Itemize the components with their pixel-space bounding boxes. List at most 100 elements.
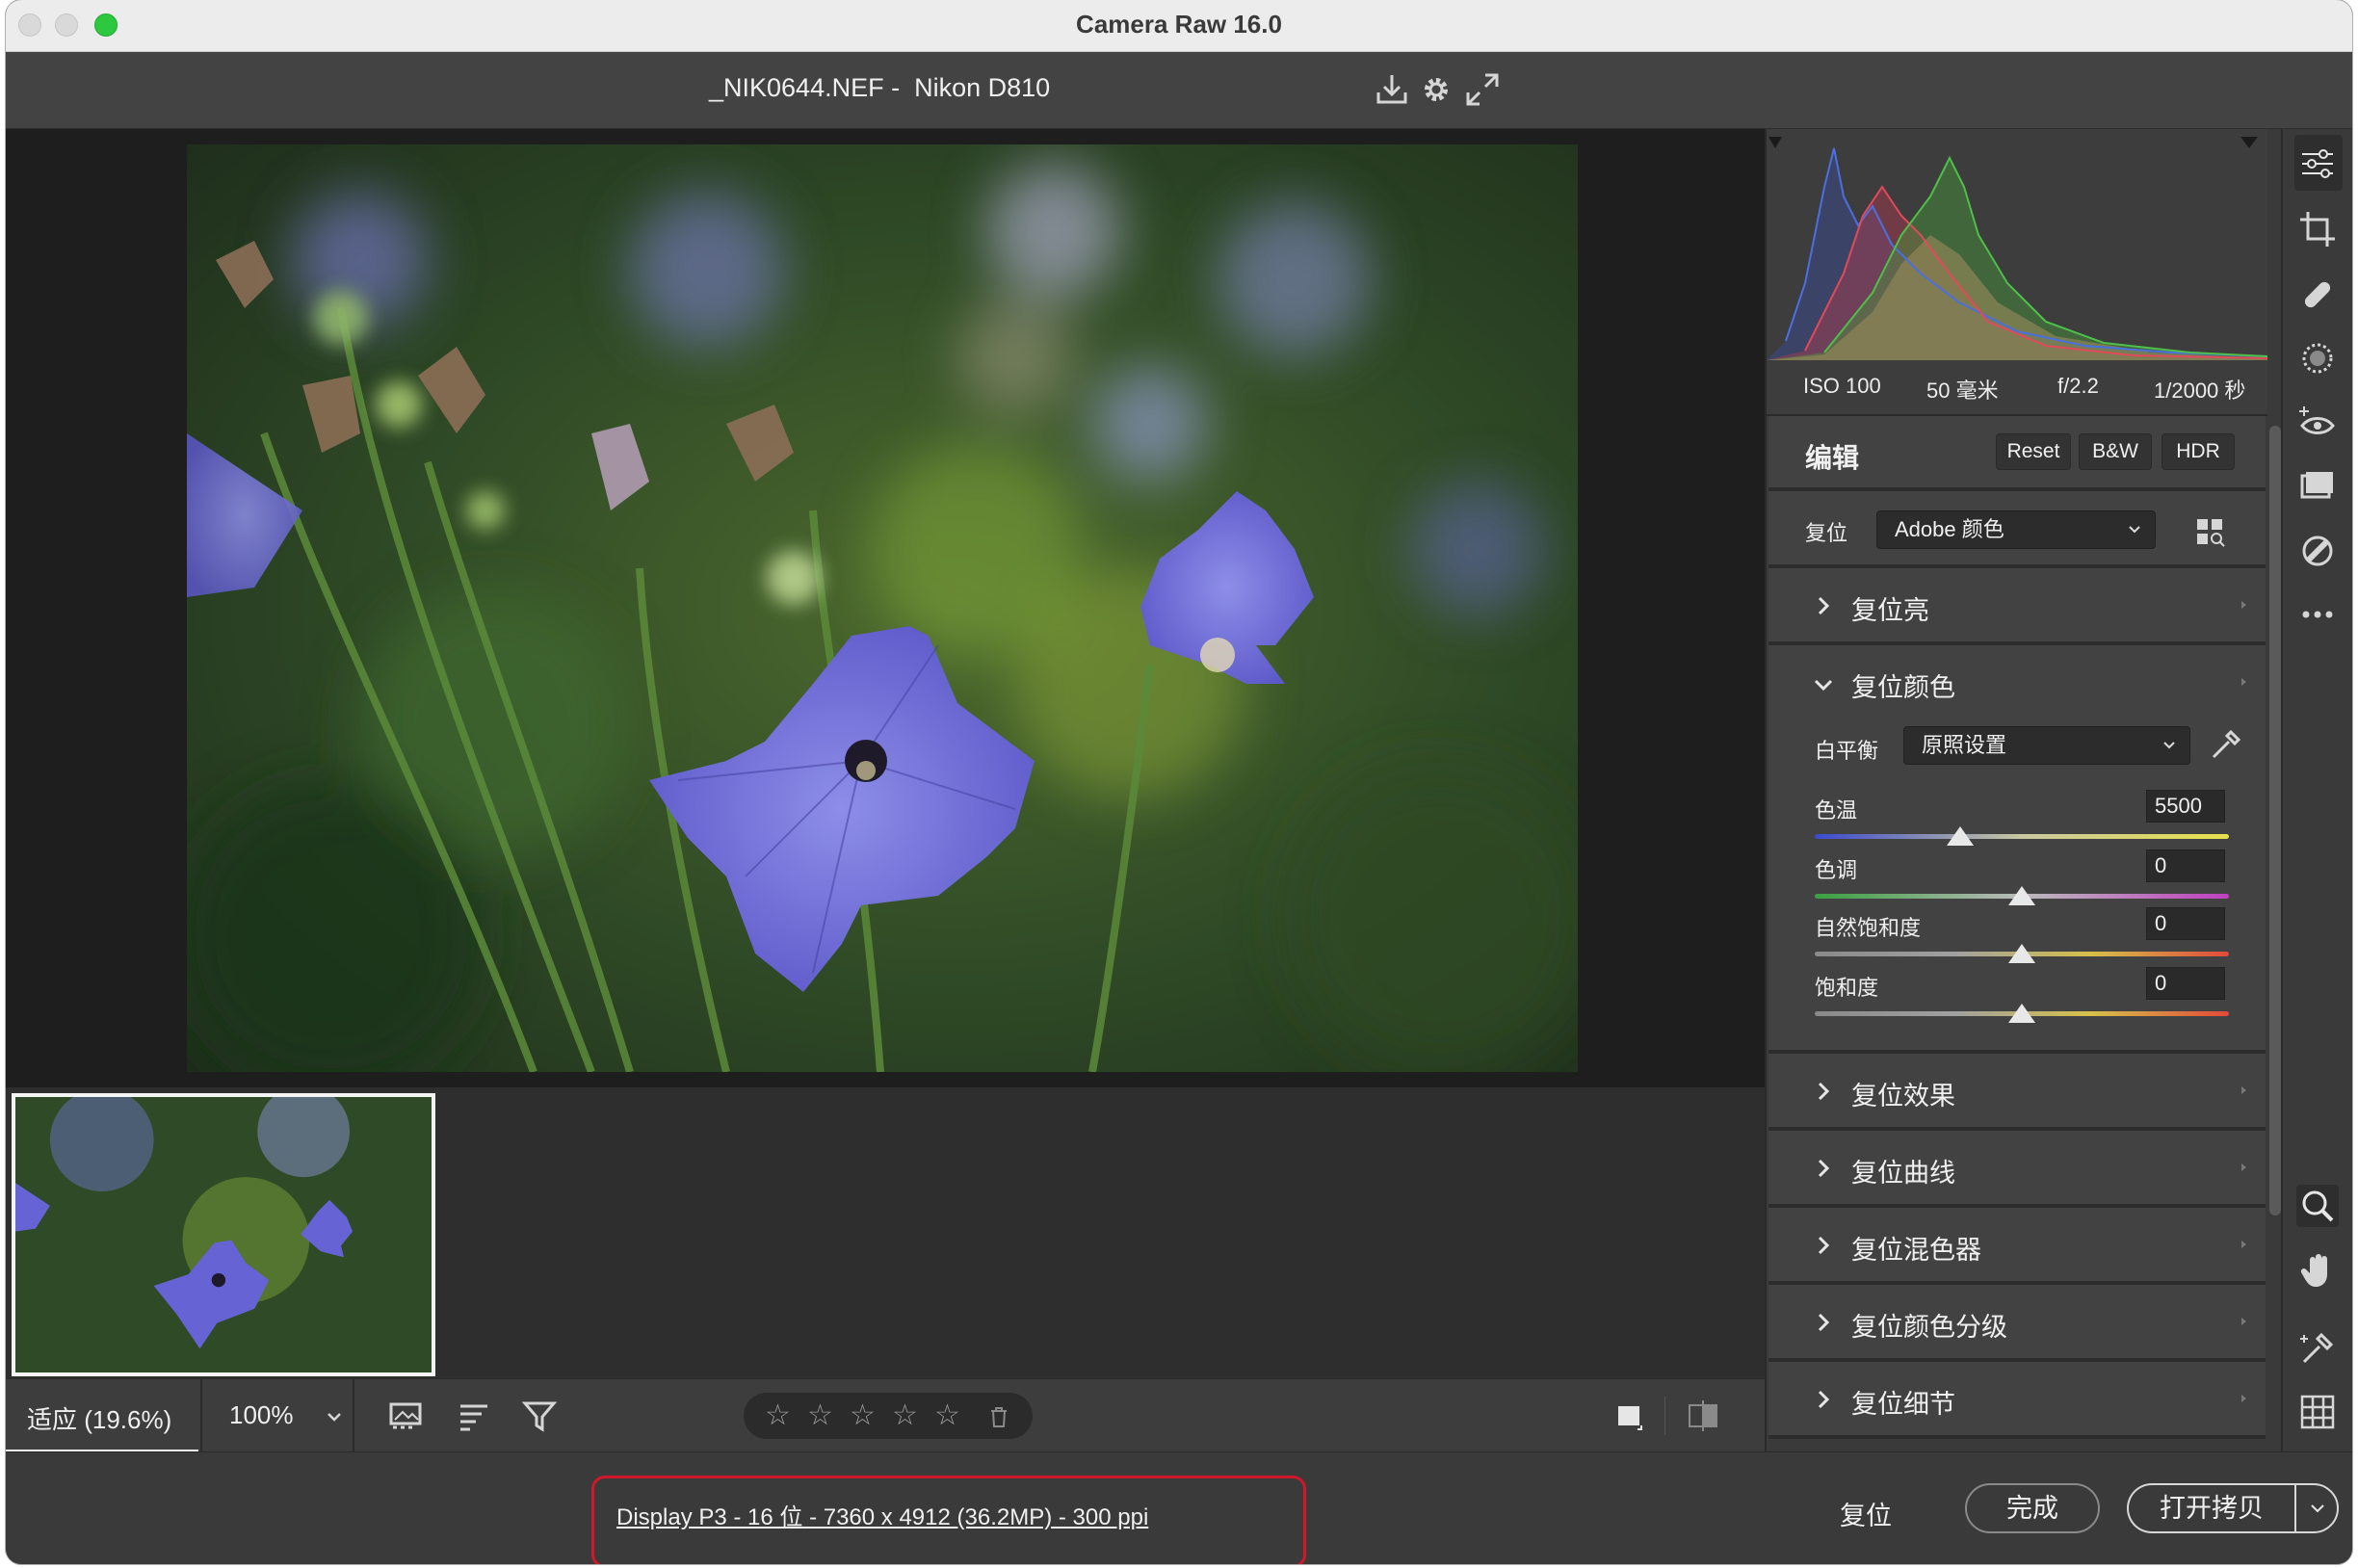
saturation-value-field[interactable]: 0 — [2146, 967, 2225, 1000]
curve-section[interactable]: 复位曲线 — [1768, 1131, 2266, 1208]
preview-photo[interactable] — [187, 144, 1578, 1072]
hand-tool-icon[interactable] — [2296, 1250, 2339, 1293]
delete-trash-icon[interactable] — [986, 1404, 1011, 1429]
profile-select[interactable]: Adobe 颜色 — [1876, 510, 2156, 549]
histogram — [1767, 129, 2268, 360]
tint-slider-handle[interactable] — [2008, 886, 2035, 905]
exif-iso: ISO 100 — [1803, 374, 1881, 398]
color-grading-section[interactable]: 复位颜色分级 — [1768, 1285, 2266, 1362]
rating-star-2[interactable]: ☆ — [807, 1398, 833, 1432]
mixer-section[interactable]: 复位混色器 — [1768, 1208, 2266, 1285]
star-rating: ☆ ☆ ☆ ☆ ☆ — [744, 1393, 1033, 1439]
crop-icon[interactable] — [2296, 208, 2339, 250]
sort-icon[interactable] — [455, 1397, 493, 1435]
settings-gear-icon[interactable] — [1416, 69, 1456, 110]
temperature-slider-track[interactable] — [1815, 834, 2229, 839]
hdr-button[interactable]: HDR — [2162, 433, 2235, 470]
tint-value-field[interactable]: 0 — [2146, 849, 2225, 882]
color-grading-section-title: 复位颜色分级 — [1851, 1313, 2007, 1342]
toolbar-divider — [1664, 1397, 1665, 1435]
reset-footer-button[interactable]: 复位 — [1840, 1495, 1892, 1532]
filter-icon[interactable] — [520, 1397, 559, 1435]
zoom-fit-button[interactable]: 适应 (19.6%) — [6, 1379, 198, 1452]
view-toolbar: 适应 (19.6%) 100% ☆ ☆ ☆ ☆ ☆ — [6, 1378, 1765, 1452]
temperature-value-field[interactable]: 5500 — [2146, 790, 2225, 823]
zoom-100-button[interactable]: 100% — [204, 1379, 320, 1452]
detail-section[interactable]: 复位细节 — [1768, 1362, 2266, 1439]
toolbar-divider — [353, 1379, 354, 1452]
temperature-slider-handle[interactable] — [1946, 826, 1974, 846]
bw-button[interactable]: B&W — [2079, 433, 2152, 470]
title-bar: Camera Raw 16.0 — [6, 0, 2352, 52]
section-indicator — [2241, 1241, 2246, 1248]
chevron-down-icon[interactable] — [1811, 672, 1836, 697]
presets-icon[interactable] — [2296, 466, 2339, 509]
rating-star-5[interactable]: ☆ — [934, 1398, 960, 1432]
chevron-right-icon — [1818, 1159, 1830, 1178]
effects-section[interactable]: 复位效果 — [1768, 1054, 2266, 1131]
panel-scrollbar-thumb[interactable] — [2269, 426, 2281, 1215]
chevron-right-icon — [1818, 1313, 1830, 1332]
zoom-tool-icon[interactable] — [2296, 1185, 2339, 1227]
filmstrip — [6, 1087, 1765, 1378]
snapshots-icon[interactable] — [2296, 530, 2339, 572]
vibrance-value-field[interactable]: 0 — [2146, 907, 2225, 940]
color-sampler-icon[interactable] — [2296, 1327, 2339, 1370]
open-options-dropdown[interactable] — [2294, 1483, 2339, 1533]
filmstrip-thumbnail[interactable] — [12, 1093, 435, 1376]
profile-select-value: Adobe 颜色 — [1895, 517, 2004, 541]
exif-aperture: f/2.2 — [2057, 374, 2099, 398]
chevron-down-icon — [2129, 526, 2140, 534]
done-button[interactable]: 完成 — [1965, 1483, 2100, 1533]
section-indicator — [2241, 1318, 2246, 1325]
reset-button[interactable]: Reset — [1996, 433, 2071, 470]
before-after-view-icon[interactable] — [1611, 1397, 1649, 1435]
window-title: Camera Raw 16.0 — [1076, 10, 1282, 39]
section-indicator — [2241, 1163, 2246, 1171]
filmstrip-view-icon[interactable] — [387, 1397, 426, 1435]
mask-icon[interactable] — [2296, 337, 2339, 379]
compare-split-icon[interactable] — [1684, 1397, 1722, 1435]
rating-star-3[interactable]: ☆ — [850, 1398, 876, 1432]
effects-section-title: 复位效果 — [1851, 1082, 1955, 1111]
white-balance-value: 原照设置 — [1922, 733, 2007, 757]
zoom-dropdown-chevron-icon[interactable] — [320, 1402, 349, 1431]
color-section-title[interactable]: 复位颜色 — [1851, 666, 1955, 704]
section-indicator — [2241, 1395, 2246, 1402]
detail-section-title: 复位细节 — [1851, 1390, 1955, 1419]
more-options-icon[interactable] — [2296, 593, 2339, 636]
save-image-icon[interactable] — [1372, 69, 1412, 110]
saturation-slider-handle[interactable] — [2008, 1004, 2035, 1023]
open-copy-button[interactable]: 打开拷贝 — [2127, 1483, 2294, 1533]
edit-panel: ISO 100 50 毫米 f/2.2 1/2000 秒 编辑 Reset B&… — [1765, 129, 2285, 1451]
color-section: 复位颜色 白平衡 原照设置 色温 5500 色调 0 自然饱和度 0 饱和度 0 — [1768, 645, 2266, 1054]
image-canvas[interactable] — [6, 129, 1765, 1087]
mixer-section-title: 复位混色器 — [1851, 1236, 1981, 1265]
light-section[interactable]: 复位亮 — [1768, 568, 2266, 645]
grid-overlay-icon[interactable] — [2296, 1391, 2339, 1433]
full-screen-icon[interactable] — [1462, 69, 1503, 110]
toolbar-divider — [200, 1379, 202, 1452]
chevron-right-icon — [1818, 596, 1830, 615]
tool-rail — [2281, 129, 2352, 1451]
rating-star-4[interactable]: ☆ — [892, 1398, 918, 1432]
exif-shutter: 1/2000 秒 — [2154, 379, 2246, 403]
section-indicator — [2241, 601, 2246, 609]
edit-sliders-icon[interactable] — [2296, 143, 2339, 185]
footer-bar: Display P3 - 16 位 - 7360 x 4912 (36.2MP)… — [6, 1451, 2352, 1564]
tint-label: 色调 — [1815, 858, 1858, 882]
camera-raw-window: Camera Raw 16.0 _NIK0644.NEF - Nikon D81… — [6, 0, 2352, 1564]
red-eye-icon[interactable] — [2296, 401, 2339, 443]
profile-browser-icon[interactable] — [2194, 516, 2227, 549]
healing-bandage-icon[interactable] — [2296, 274, 2339, 316]
profile-row: 复位 Adobe 颜色 — [1768, 491, 2266, 568]
saturation-label: 饱和度 — [1815, 976, 1879, 1000]
white-balance-eyedropper-icon[interactable] — [2206, 726, 2244, 765]
rating-star-1[interactable]: ☆ — [765, 1398, 791, 1432]
section-indicator — [2241, 678, 2246, 686]
highlight-clipping-icon — [2240, 137, 2258, 148]
vibrance-slider-handle[interactable] — [2008, 944, 2035, 963]
workflow-options-link[interactable]: Display P3 - 16 位 - 7360 x 4912 (36.2MP)… — [616, 1498, 1148, 1531]
document-header: _NIK0644.NEF - Nikon D810 — [6, 52, 2352, 129]
white-balance-select[interactable]: 原照设置 — [1903, 726, 2190, 765]
